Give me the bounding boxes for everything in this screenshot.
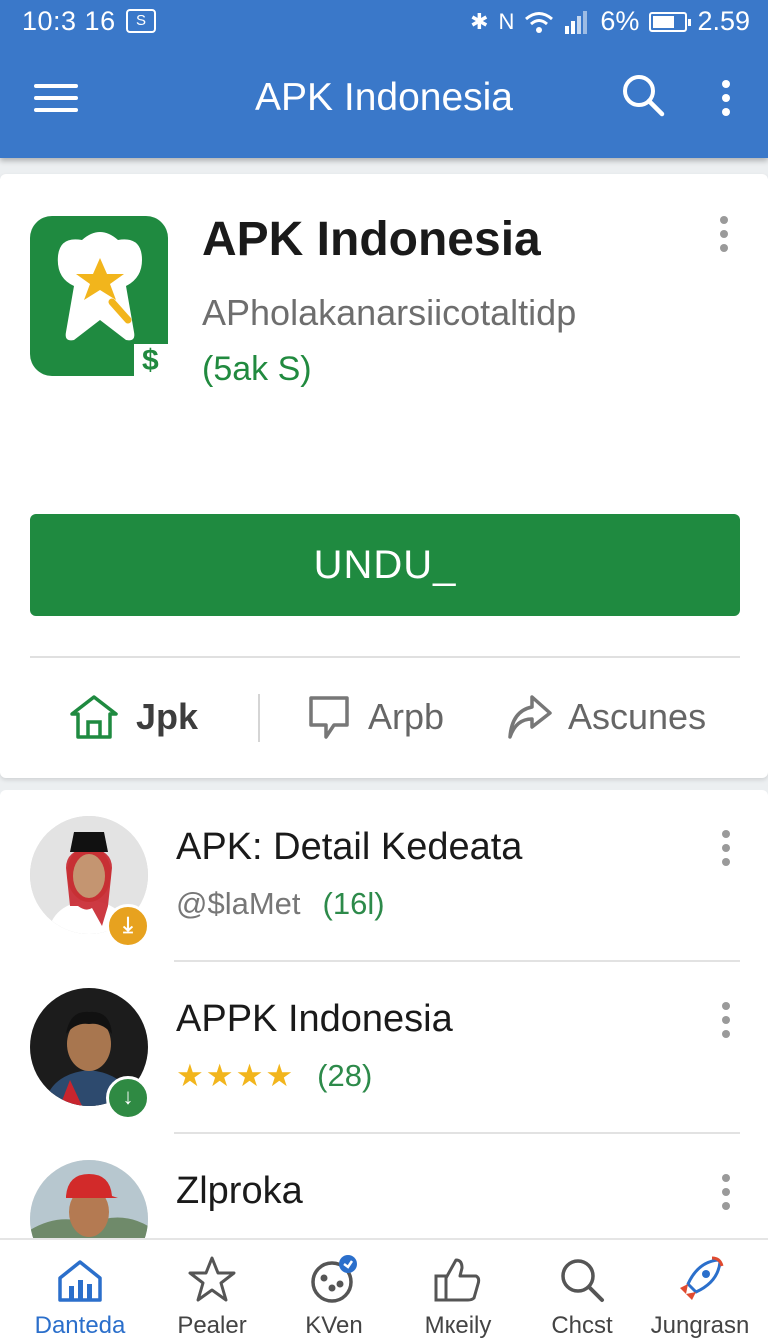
bottom-navigation: Dantеda Pealer KVen Mкеily Chcst Jungras… — [0, 1238, 768, 1344]
app-bar: APK Indonesia — [0, 44, 768, 158]
list-item[interactable]: ↓ APPK Indonesia ★★★★ (28) — [0, 962, 768, 1132]
search-icon[interactable] — [620, 72, 666, 118]
app-logo-icon: $ — [30, 216, 170, 378]
nav-item-palette[interactable]: KVen — [270, 1254, 398, 1340]
status-right: ✱ N 6% 2.59 — [470, 6, 750, 37]
action-row: Jpk Arpb Ascunes — [30, 674, 740, 764]
download-arrow-icon: ↓ — [106, 1076, 150, 1120]
avatar — [30, 1160, 148, 1250]
nav-item-like[interactable]: Mкеily — [394, 1254, 522, 1340]
list-item-title: APK: Detail Kedeata — [176, 826, 523, 868]
top-bar: 10:3 16 S ✱ N 6% 2.59 APK Indonesia — [0, 0, 768, 158]
list-item-title: Zlproka — [176, 1170, 303, 1212]
more-vert-icon[interactable] — [712, 78, 740, 118]
list-item-subtitle: ★★★★ (28) — [176, 1058, 372, 1094]
list-item[interactable]: Zlproka — [0, 1134, 768, 1250]
nav-item-home[interactable]: Dantеda — [16, 1254, 144, 1340]
list-more-icon[interactable] — [712, 1172, 740, 1212]
nav-label: KVen — [305, 1312, 363, 1339]
wifi-icon — [525, 11, 554, 33]
action-home[interactable]: Jpk — [68, 692, 198, 742]
app-card: $ APK Indonesia APholakanarsiicotaltidp … — [0, 174, 768, 778]
mute-icon: N — [498, 8, 515, 34]
download-tray-icon: ⤓ — [106, 904, 150, 948]
download-button[interactable]: UNDU_ — [30, 514, 740, 616]
list-item-title: APPK Indonesia — [176, 998, 453, 1040]
sim-icon: S — [126, 9, 156, 33]
status-clock-right: 2.59 — [697, 6, 750, 36]
comment-icon — [309, 696, 349, 739]
status-time: 10:3 16 — [22, 6, 116, 36]
palette-icon — [311, 1255, 357, 1303]
nav-label: Jungrasn — [650, 1312, 750, 1339]
app-size: (5ak S) — [202, 350, 312, 388]
list-item-count: (28) — [317, 1058, 373, 1093]
list-more-icon[interactable] — [712, 1000, 740, 1040]
nav-item-star[interactable]: Pealer — [148, 1254, 276, 1340]
battery-icon — [649, 11, 692, 32]
share-icon — [508, 695, 552, 739]
card-more-icon[interactable] — [710, 214, 738, 259]
nav-item-rocket[interactable]: Jungrasn — [636, 1254, 764, 1340]
status-bar: 10:3 16 S ✱ N 6% 2.59 — [0, 0, 768, 44]
app-name: APK Indonesia — [202, 213, 541, 266]
currency-symbol: $ — [142, 344, 159, 377]
app-developer: APholakanarsiicotaltidp — [202, 292, 577, 333]
action-label: Arpb — [368, 696, 445, 737]
thumbs-up-icon — [434, 1258, 481, 1302]
signal-icon — [565, 10, 588, 34]
list-item-handle: @$laMet — [176, 886, 301, 921]
nav-label: Mкеily — [424, 1312, 492, 1339]
action-comment[interactable]: Arpb — [306, 692, 444, 742]
search-icon — [561, 1259, 604, 1302]
list-item[interactable]: ⤓ APK: Detail Kedeata @$laMet (16l) — [0, 790, 768, 960]
list-item-count: (16l) — [322, 886, 385, 921]
list-more-icon[interactable] — [712, 828, 740, 868]
action-label: Ascunes — [568, 696, 707, 737]
rocket-icon — [680, 1256, 724, 1300]
home-chart-icon — [58, 1260, 102, 1302]
bluetooth-icon: ✱ — [470, 8, 489, 34]
home-icon — [70, 695, 118, 739]
rating-stars: ★★★★ — [176, 1058, 296, 1093]
nav-item-search[interactable]: Chcst — [518, 1254, 646, 1340]
app-list: ⤓ APK: Detail Kedeata @$laMet (16l) ↓ AP… — [0, 790, 768, 1250]
nav-label: Dantеda — [34, 1312, 126, 1339]
divider — [30, 656, 740, 658]
battery-percent: 6% — [600, 6, 640, 36]
star-icon — [188, 1256, 236, 1302]
nav-label: Pealer — [177, 1312, 247, 1339]
separator — [258, 694, 260, 742]
action-share[interactable]: Ascunes — [506, 692, 706, 742]
action-label: Jpk — [136, 696, 199, 737]
list-item-subtitle: @$laMet (16l) — [176, 886, 385, 922]
nav-label: Chcst — [551, 1312, 613, 1339]
